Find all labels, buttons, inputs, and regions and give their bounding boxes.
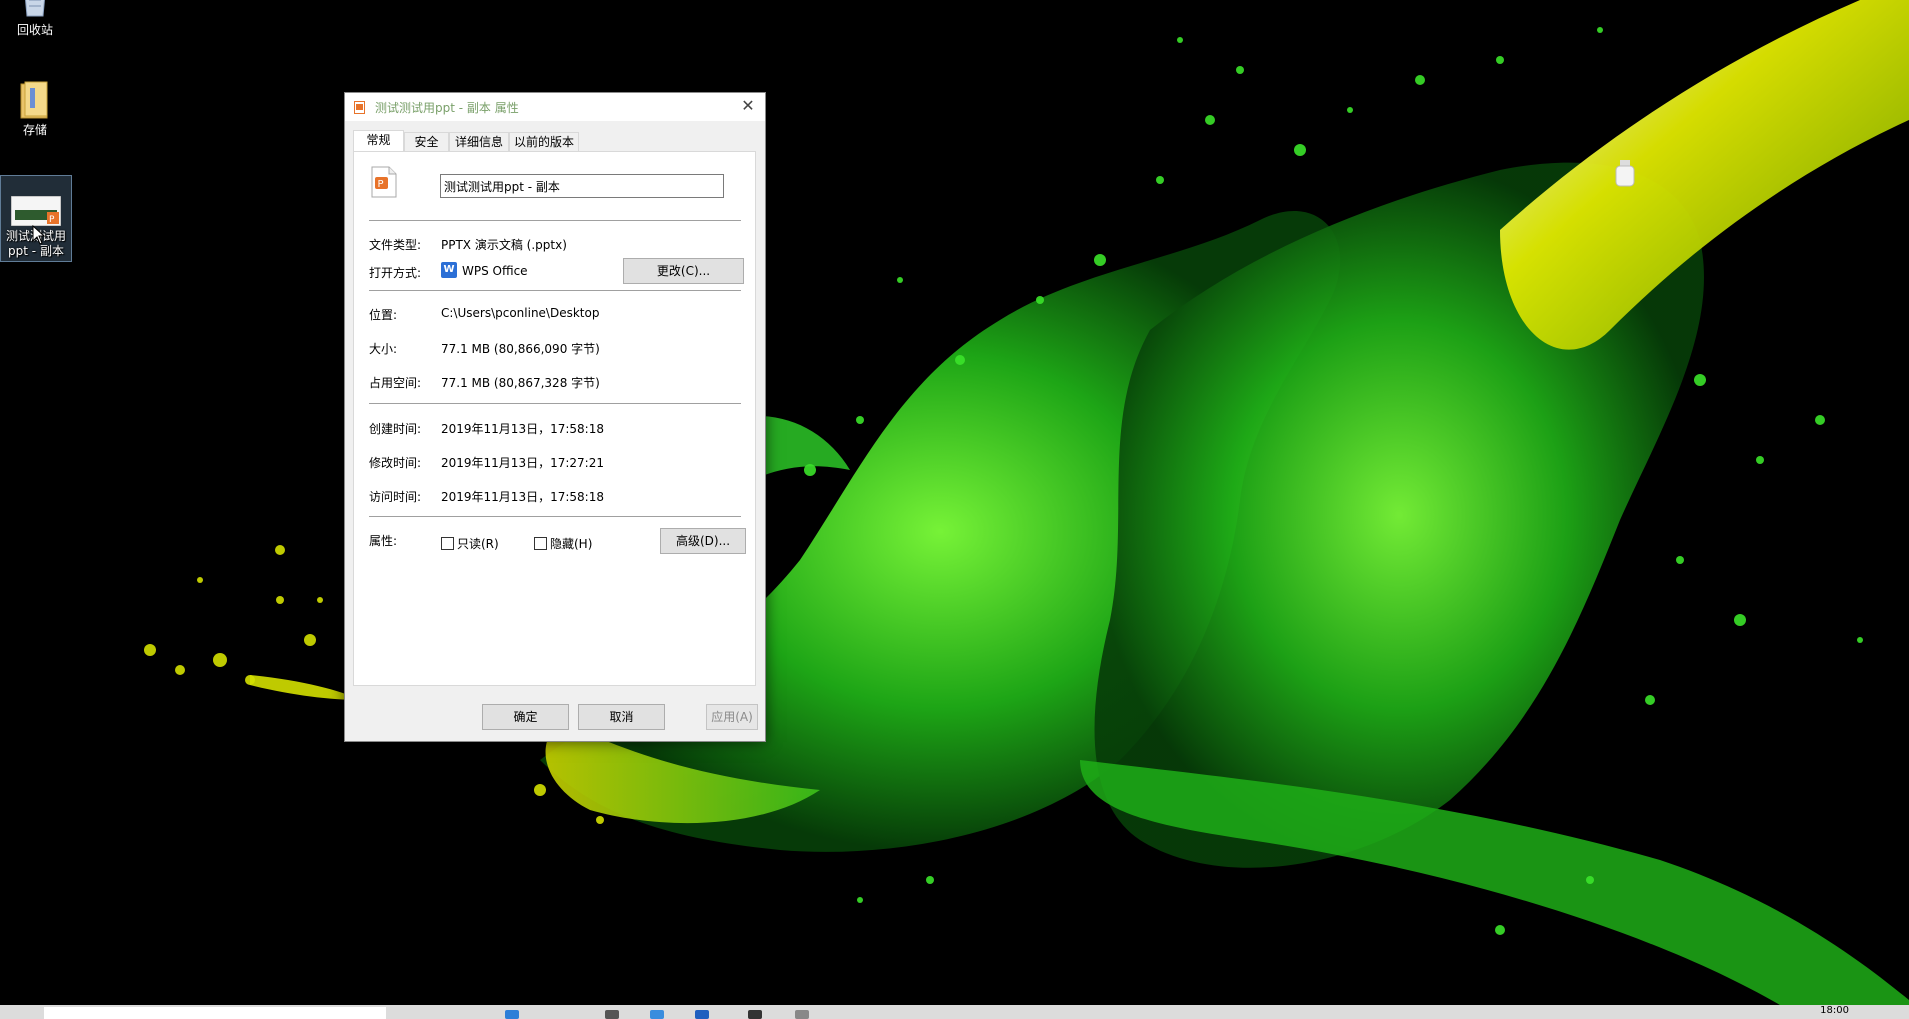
dialog-title: 测试测试用ppt - 副本 属性	[375, 101, 519, 115]
desktop-icon-label: 存储	[22, 123, 47, 137]
explorer-icon[interactable]	[795, 1010, 809, 1019]
apply-button[interactable]: 应用(A)	[706, 704, 758, 730]
separator	[369, 403, 741, 404]
store-icon[interactable]	[605, 1010, 619, 1019]
properties-dialog: 测试测试用ppt - 副本 属性 ✕ 常规 安全 详细信息 以前的版本 P 文件…	[344, 92, 766, 742]
desktop-icon-recycle-bin[interactable]: 回收站	[0, 0, 70, 38]
svg-text:P: P	[49, 215, 55, 225]
wallpaper-green-splash	[144, 0, 1909, 1005]
separator	[369, 516, 741, 517]
disk-size-label: 占用空间:	[369, 376, 422, 390]
change-button-label: 更改(C)...	[656, 264, 711, 278]
checkbox-box[interactable]	[534, 537, 547, 550]
desktop-icon-label-line2: ppt - 副本	[8, 244, 64, 258]
svg-text:P: P	[378, 179, 384, 190]
disk-size-value: 77.1 MB (80,867,328 字节)	[441, 376, 600, 390]
separator	[369, 220, 741, 221]
hidden-checkbox[interactable]: 隐藏(H)	[534, 535, 592, 552]
tab-label: 常规	[366, 133, 391, 147]
wps-office-icon: W	[441, 262, 457, 278]
readonly-checkbox[interactable]: 只读(R)	[441, 535, 499, 552]
tab-label: 详细信息	[454, 135, 503, 149]
cancel-button-label: 取消	[609, 710, 634, 724]
ok-button-label: 确定	[513, 710, 538, 724]
checkbox-box[interactable]	[441, 537, 454, 550]
location-label: 位置:	[369, 308, 398, 322]
created-value: 2019年11月13日，17:58:18	[441, 422, 604, 436]
word-icon[interactable]	[695, 1010, 709, 1019]
desktop-icon-ppt-copy[interactable]: P 测试测试用 ppt - 副本	[0, 175, 72, 262]
usb-drive-icon	[1615, 160, 1635, 187]
pptx-file-icon	[354, 101, 365, 114]
tab-security[interactable]: 安全	[404, 132, 449, 152]
modified-value: 2019年11月13日，17:27:21	[441, 456, 604, 470]
pptx-document-icon: P	[371, 166, 397, 198]
tab-previous-versions[interactable]: 以前的版本	[509, 132, 579, 152]
taskbar-search-box[interactable]	[44, 1007, 386, 1019]
mouse-cursor-icon	[32, 225, 46, 245]
open-with-label: 打开方式:	[369, 266, 422, 280]
change-button[interactable]: 更改(C)...	[623, 258, 744, 284]
folder-icon	[20, 81, 48, 119]
size-label: 大小:	[369, 342, 398, 356]
file-type-label: 文件类型:	[369, 238, 422, 252]
advanced-button[interactable]: 高级(D)...	[660, 528, 746, 554]
recycle-bin-icon	[25, 0, 45, 17]
accessed-label: 访问时间:	[369, 490, 422, 504]
tab-general[interactable]: 常规	[353, 130, 404, 153]
separator	[369, 290, 741, 291]
tab-label: 以前的版本	[513, 135, 574, 149]
ok-button[interactable]: 确定	[482, 704, 569, 730]
cancel-button[interactable]: 取消	[578, 704, 665, 730]
modified-label: 修改时间:	[369, 456, 422, 470]
taskbar-clock[interactable]: 18:00	[1820, 1005, 1849, 1016]
attributes-label: 属性:	[369, 534, 398, 548]
app-icon[interactable]	[650, 1010, 664, 1019]
tab-details[interactable]: 详细信息	[449, 132, 509, 152]
open-with-value: WPS Office	[462, 264, 528, 278]
desktop: 回收站 存储 P 测试测试用 ppt - 副本	[0, 0, 1909, 1005]
file-type-value: PPTX 演示文稿 (.pptx)	[441, 238, 567, 252]
close-icon: ✕	[741, 96, 755, 115]
file-name-input[interactable]	[440, 174, 724, 198]
ppt-thumbnail-icon: P	[11, 196, 61, 226]
readonly-label: 只读(R)	[457, 537, 499, 551]
created-label: 创建时间:	[369, 422, 422, 436]
hidden-label: 隐藏(H)	[550, 537, 593, 551]
tab-label: 安全	[414, 135, 439, 149]
dialog-title-bar[interactable]: 测试测试用ppt - 副本 属性 ✕	[345, 93, 765, 121]
apply-button-label: 应用(A)	[711, 710, 753, 724]
accessed-value: 2019年11月13日，17:58:18	[441, 490, 604, 504]
location-value: C:\Users\pconline\Desktop	[441, 306, 600, 320]
taskbar: 18:00	[0, 1005, 1909, 1019]
general-tab-panel: P 文件类型: PPTX 演示文稿 (.pptx) 打开方式: W WPS Of…	[353, 151, 756, 686]
edge-icon[interactable]	[505, 1010, 519, 1019]
terminal-icon[interactable]	[748, 1010, 762, 1019]
size-value: 77.1 MB (80,866,090 字节)	[441, 342, 600, 356]
desktop-icon-storage-folder[interactable]: 存储	[0, 80, 70, 138]
advanced-button-label: 高级(D)...	[675, 534, 731, 548]
desktop-icon-label: 回收站	[16, 23, 53, 37]
close-button[interactable]: ✕	[731, 93, 765, 121]
